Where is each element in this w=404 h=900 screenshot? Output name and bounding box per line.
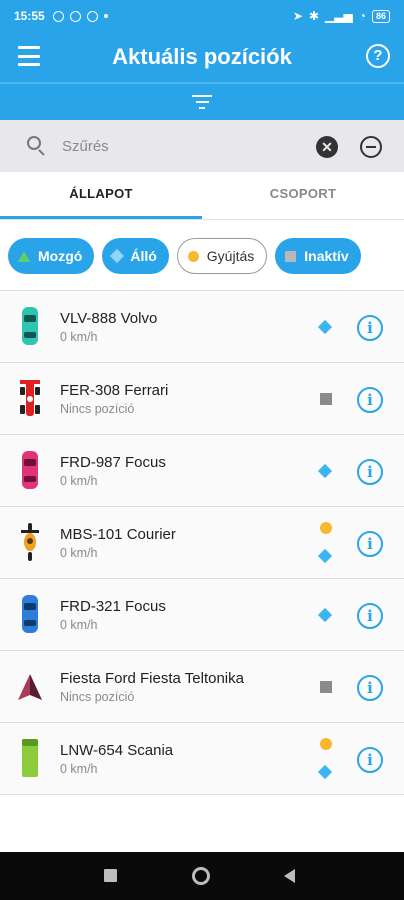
diamond-icon [110,248,125,264]
vehicle-name: Fiesta Ford Fiesta Teltonika [60,670,244,687]
diamond-icon [317,764,333,780]
status-left-icons [52,10,108,22]
diamond-icon [317,607,333,623]
clear-search-icon[interactable]: ✕ [316,136,338,158]
vehicle-name: FRD-321 Focus [60,598,166,615]
bluetooth-icon: ✱ [308,9,320,23]
target-icon [86,10,98,22]
square-icon [320,681,332,693]
page-title: Aktuális pozíciók [112,44,292,69]
status-bar: 15:55 ➤ ✱ ▁▃▅ ◔ 86 [0,0,404,32]
vehicle-row[interactable]: MBS-101 Courier 0 km/h i [0,507,404,579]
chip-label: Mozgó [38,248,83,264]
chip-label: Álló [130,248,157,264]
vehicle-row[interactable]: VLV-888 Volvo 0 km/h i [0,291,404,363]
dot-icon [103,14,108,18]
triangle-icon [18,250,30,262]
status-time: 15:55 [14,9,45,23]
car-top-icon [22,451,38,489]
info-circle-icon[interactable]: i [357,603,383,629]
tab-csoport[interactable]: CSOPORT [202,172,404,219]
search-icon [27,136,47,156]
dot-icon [187,250,199,262]
filter-lines-icon[interactable] [192,95,212,109]
home-icon[interactable] [192,867,210,885]
vehicle-row[interactable]: Fiesta Ford Fiesta Teltonika Nincs pozíc… [0,651,404,723]
battery-icon: 86 [371,9,390,23]
vehicle-status-text: Nincs pozíció [60,690,135,704]
vehicle-row[interactable]: LNW-654 Scania 0 km/h i [0,723,404,795]
location-icon [69,10,81,22]
chip-gyujtas[interactable]: Gyújtás [176,238,268,274]
vehicle-status-text: Nincs pozíció [60,402,135,416]
vehicle-speed: 0 km/h [60,618,98,632]
vehicle-name: VLV-888 Volvo [60,310,158,327]
race-car-icon [20,380,40,416]
system-nav-bar [0,852,404,900]
location-arrow-icon: ➤ [292,9,303,23]
square-icon [285,250,297,262]
pyramid-marker-icon [18,674,42,700]
minus-circle-icon[interactable] [360,136,382,158]
motorcycle-icon [21,523,39,561]
question-circle-icon[interactable]: ? [366,44,390,68]
info-circle-icon[interactable]: i [357,459,383,485]
vehicle-row[interactable]: FRD-321 Focus 0 km/h i [0,579,404,651]
vehicle-speed: 0 km/h [60,330,98,344]
vehicle-row[interactable]: FRD-987 Focus 0 km/h i [0,435,404,507]
vehicle-speed: 0 km/h [60,474,98,488]
info-circle-icon[interactable]: i [357,747,383,773]
alarm-icon [52,10,64,22]
signal-icon: ▁▃▅ [325,9,353,23]
info-circle-icon[interactable]: i [357,531,383,557]
truck-top-icon [22,739,38,777]
vehicle-name: FER-308 Ferrari [60,382,169,399]
vehicle-name: FRD-987 Focus [60,454,166,471]
filter-toggle-bar[interactable] [0,82,404,120]
status-right-icons: ➤ ✱ ▁▃▅ ◔ 86 [293,9,390,23]
diamond-icon [317,463,333,479]
dot-icon [320,738,332,750]
dot-icon [320,522,332,534]
tab-bar: ÁLLAPOT CSOPORT [0,172,404,220]
car-top-icon [22,595,38,633]
car-top-icon [22,307,38,345]
info-circle-icon[interactable]: i [357,675,383,701]
hamburger-menu-icon[interactable] [18,46,40,66]
vehicle-list: VLV-888 Volvo 0 km/h i FER-308 Ferrari N… [0,290,404,795]
diamond-icon [317,319,333,335]
back-icon[interactable] [284,869,295,883]
wifi-icon: ◔ [358,9,366,23]
app-bar: Aktuális pozíciók ? [0,32,404,82]
vehicle-row[interactable]: FER-308 Ferrari Nincs pozíció i [0,363,404,435]
vehicle-name: MBS-101 Courier [60,526,176,543]
chip-label: Gyújtás [206,248,255,264]
vehicle-name: LNW-654 Scania [60,742,174,759]
recent-apps-icon[interactable] [104,869,117,882]
diamond-icon [317,548,333,564]
search-bar [0,120,404,172]
info-circle-icon[interactable]: i [357,315,383,341]
search-input[interactable] [62,134,292,158]
square-icon [320,393,332,405]
chip-inaktiv[interactable]: Inaktív [275,238,361,274]
vehicle-speed: 0 km/h [60,546,98,560]
info-circle-icon[interactable]: i [357,387,383,413]
tab-allapot[interactable]: ÁLLAPOT [0,172,202,219]
chip-mozgo[interactable]: Mozgó [8,238,95,274]
vehicle-speed: 0 km/h [60,762,98,776]
status-filter-chips: Mozgó Álló Gyújtás Inaktív [0,236,404,276]
chip-allo[interactable]: Álló [102,238,169,274]
chip-label: Inaktív [304,248,349,264]
